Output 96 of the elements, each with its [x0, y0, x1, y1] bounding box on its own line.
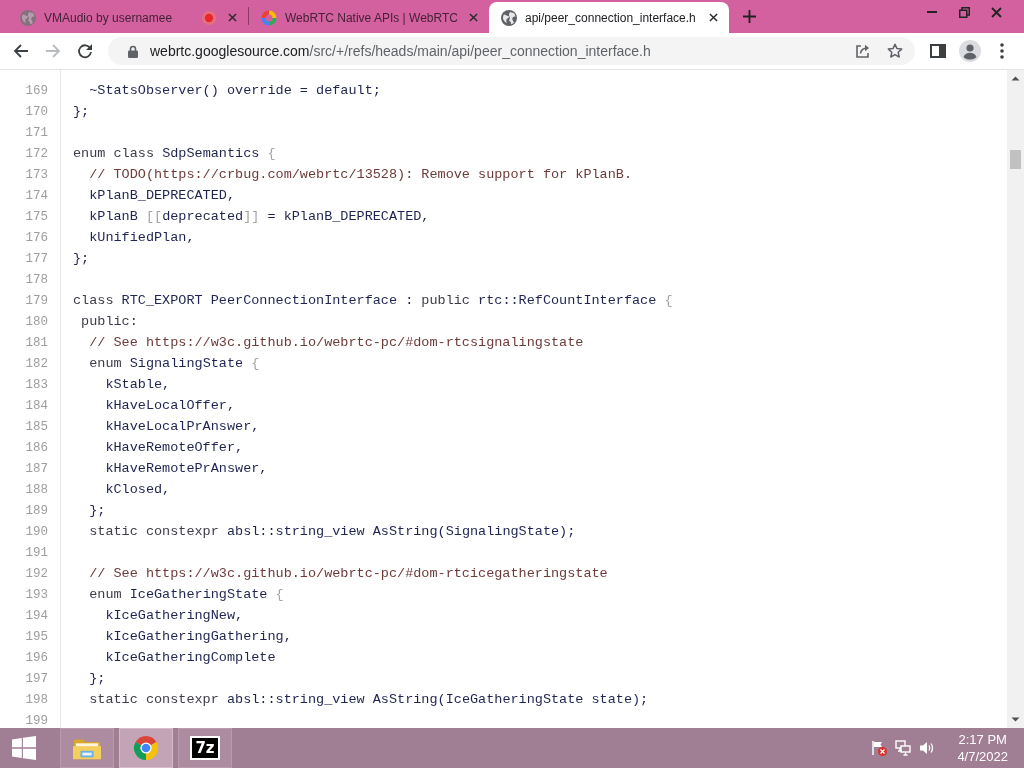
line-number: 174 — [25, 188, 48, 203]
restore-icon — [958, 6, 970, 18]
browser-logo-icon — [132, 735, 160, 761]
flag-icon[interactable] — [871, 740, 888, 756]
ring-logo-icon — [261, 9, 277, 26]
browser-tab[interactable]: api/peer_connection_interface.h — [489, 2, 729, 33]
line-number: 188 — [25, 482, 48, 497]
reload-icon — [77, 43, 93, 59]
taskbar-app-button[interactable]: 7z — [178, 728, 232, 768]
speaker-icon[interactable] — [919, 740, 936, 756]
scrollbar[interactable] — [1007, 70, 1024, 728]
line-number: 178 — [25, 272, 48, 287]
code-line: kHaveLocalOffer, — [105, 397, 236, 415]
code-line: kPlanB_DEPRECATED, — [89, 187, 236, 205]
code-line: kClosed, — [105, 481, 171, 499]
line-number: 199 — [25, 713, 48, 728]
share-icon — [855, 43, 871, 59]
windows-logo-icon — [11, 736, 37, 760]
code-line: class RTC_EXPORT PeerConnectionInterface : public rtc::RefCountInterface { — [73, 292, 673, 310]
code-line: static constexpr absl::string_view AsString(SignalingState); — [89, 523, 576, 541]
code-line: kHaveRemoteOffer, — [105, 439, 244, 457]
line-number: 197 — [25, 671, 48, 686]
line-number: 182 — [25, 356, 48, 371]
code-line: }; — [89, 670, 106, 688]
code-line: }; — [73, 250, 90, 268]
line-number: 189 — [25, 503, 48, 518]
code-line: public: — [81, 313, 138, 331]
code-line: ~StatsObserver() override = default; — [89, 82, 381, 100]
code-line: enum IceGatheringState { — [89, 586, 284, 604]
globe-icon — [20, 9, 36, 26]
line-number: 190 — [25, 524, 48, 539]
line-number: 195 — [25, 629, 48, 644]
browser-tab[interactable]: VMAudio by usernamee — [8, 2, 248, 33]
code-line: // See https://w3c.github.io/webrtc-pc/#dom-rtcicegatheringstate — [89, 565, 608, 583]
code-line: // See https://w3c.github.io/webrtc-pc/#dom-rtcsignalingstate — [89, 334, 584, 352]
line-number: 177 — [25, 251, 48, 266]
scrollbar-thumb[interactable] — [1010, 150, 1021, 169]
line-number: 172 — [25, 146, 48, 161]
code-line: kIceGatheringGathering, — [105, 628, 292, 646]
line-number: 192 — [25, 566, 48, 581]
arrow-left-icon — [13, 43, 29, 59]
close-icon — [227, 13, 237, 22]
close-icon — [708, 13, 718, 22]
line-number: 193 — [25, 587, 48, 602]
close-icon — [469, 13, 479, 22]
line-number: 171 — [25, 125, 48, 140]
code-line: enum SignalingState { — [89, 355, 260, 373]
globe-icon — [501, 9, 517, 26]
clock-date[interactable]: 4/7/2022 — [957, 748, 1008, 765]
clock-time[interactable]: 2:17 PM — [958, 731, 1007, 748]
line-number: 183 — [25, 377, 48, 392]
url-text: webrtc.googlesource.com/src/+/refs/heads/main/api/peer_connection_interface.h — [150, 43, 652, 59]
code-line: // TODO(https://crbug.com/webrtc/13528): Remove support for kPlanB. — [89, 166, 632, 184]
code-line: enum class SdpSemantics { — [73, 145, 276, 163]
browser-tab[interactable]: WebRTC Native APIs | WebRTC — [249, 2, 489, 33]
lock-icon — [128, 44, 138, 58]
line-number: 184 — [25, 398, 48, 413]
code-line: kStable, — [105, 376, 171, 394]
side-panel-icon — [930, 43, 946, 59]
code-line: kHaveLocalPrAnswer, — [105, 418, 260, 436]
network-icon[interactable] — [895, 740, 912, 756]
line-number: 186 — [25, 440, 48, 455]
archive-logo: 7z — [190, 736, 220, 760]
plus-icon — [742, 10, 756, 23]
line-number: 170 — [25, 104, 48, 119]
line-number: 175 — [25, 209, 48, 224]
code-line: kHaveRemotePrAnswer, — [105, 460, 268, 478]
arrow-right-icon — [45, 43, 61, 59]
line-number: 194 — [25, 608, 48, 623]
line-number: 180 — [25, 314, 48, 329]
line-number: 173 — [25, 167, 48, 182]
menu-icon — [1000, 43, 1004, 59]
address-field[interactable]: webrtc.googlesource.com/src/+/refs/heads/main/api/peer_connection_interface.h — [108, 37, 915, 65]
code-line: }; — [73, 103, 90, 121]
line-number: 179 — [25, 293, 48, 308]
code-line: kIceGatheringNew, — [105, 607, 244, 625]
minimize-icon — [927, 11, 937, 13]
line-number: 198 — [25, 692, 48, 707]
line-number: 196 — [25, 650, 48, 665]
profile-button[interactable] — [956, 37, 984, 65]
avatar-icon — [959, 40, 981, 62]
line-number: 191 — [25, 545, 48, 560]
line-number: 185 — [25, 419, 48, 434]
code-line: kIceGatheringComplete — [105, 649, 276, 667]
line-number: 181 — [25, 335, 48, 350]
code-line: kPlanB [[deprecated]] = kPlanB_DEPRECATED, — [89, 208, 430, 226]
line-number: 176 — [25, 230, 48, 245]
code-line: static constexpr absl::string_view AsString(IceGatheringState state); — [89, 691, 649, 709]
taskbar-app-button[interactable] — [60, 728, 114, 768]
code-line: }; — [89, 502, 106, 520]
star-icon — [887, 43, 903, 59]
code-line: kUnifiedPlan, — [89, 229, 195, 247]
line-number: 169 — [25, 83, 48, 98]
close-icon — [990, 6, 1002, 18]
taskbar-app-button[interactable] — [119, 728, 173, 768]
line-number: 187 — [25, 461, 48, 476]
